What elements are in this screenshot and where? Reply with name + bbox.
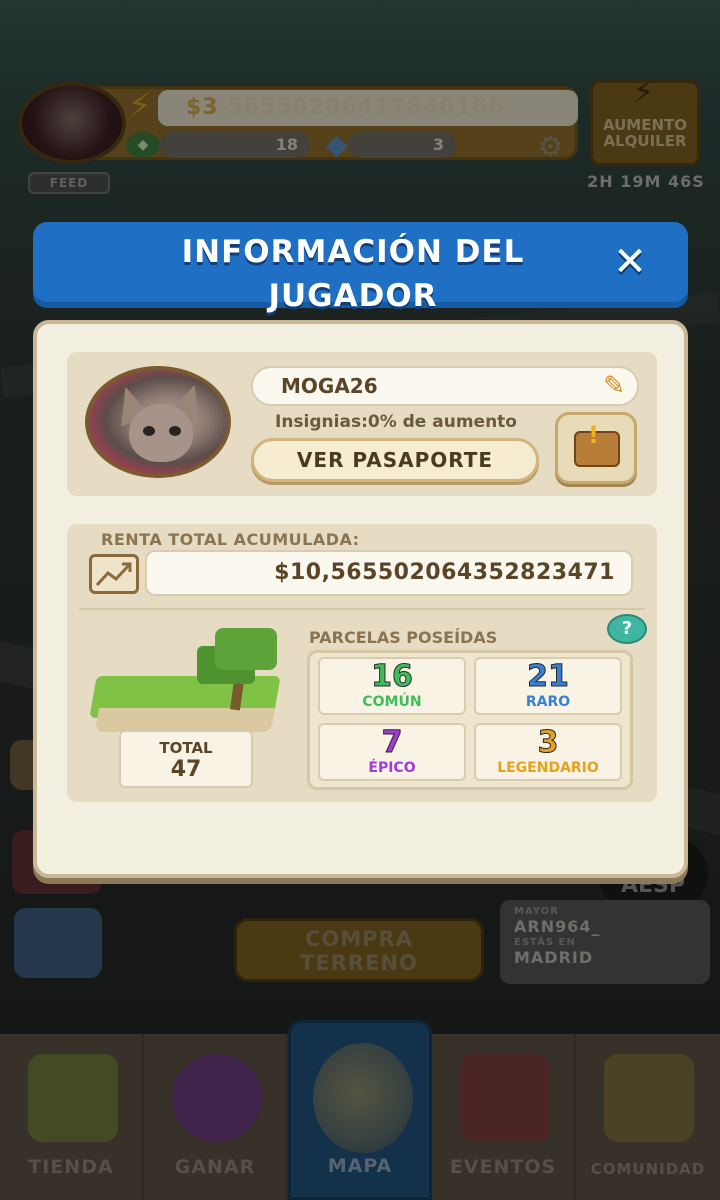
parcel-label: LEGENDARIO: [497, 760, 599, 776]
parcels-grid: 16 COMÚN 21 RARO 7 ÉPICO 3 LEGENDARIO: [307, 650, 633, 790]
island-soil: [94, 708, 276, 732]
stats-card: RENTA TOTAL ACUMULADA: $10,5655020643528…: [67, 524, 657, 802]
parcel-label: ÉPICO: [368, 760, 416, 776]
close-icon[interactable]: ✕: [610, 242, 650, 282]
divider: [79, 608, 645, 610]
title-line-1: INFORMACIÓN DEL: [181, 234, 525, 270]
parcel-label: RARO: [525, 694, 571, 710]
player-name: MOGA26: [281, 374, 378, 398]
chart-up-icon: [89, 554, 139, 594]
parcel-count: 7: [381, 725, 403, 760]
help-button[interactable]: ?: [607, 614, 647, 644]
total-label: TOTAL: [159, 739, 213, 757]
land-parcel-icon: [87, 628, 287, 738]
parcel-label: COMÚN: [362, 694, 422, 710]
exclamation-icon: !: [588, 421, 599, 449]
insignias-text: Insignias:0% de aumento: [275, 412, 517, 432]
player-name-field[interactable]: MOGA26 ✎: [251, 366, 639, 406]
player-avatar: [85, 366, 231, 478]
parcel-common: 16 COMÚN: [318, 657, 466, 715]
cat-eye: [169, 426, 181, 436]
rent-label: RENTA TOTAL ACUMULADA:: [101, 530, 360, 549]
chest-button[interactable]: !: [555, 412, 637, 484]
dialog-title: INFORMACIÓN DEL JUGADOR: [93, 230, 613, 318]
total-value: 47: [170, 757, 202, 782]
parcel-count: 3: [537, 725, 559, 760]
dialog-header: INFORMACIÓN DEL JUGADOR ✕: [33, 222, 688, 314]
parcel-count: 16: [371, 659, 414, 694]
player-card: MOGA26 ✎ Insignias:0% de aumento VER PAS…: [67, 352, 657, 496]
rent-value: $10,56550206435282347​1: [145, 550, 633, 596]
dialog-body: MOGA26 ✎ Insignias:0% de aumento VER PAS…: [33, 320, 688, 878]
cat-face: [129, 404, 193, 462]
total-parcels: TOTAL 47: [119, 730, 253, 788]
parcels-label: PARCELAS POSEÍDAS: [309, 628, 498, 647]
view-passport-button[interactable]: VER PASAPORTE: [251, 438, 539, 482]
parcel-epic: 7 ÉPICO: [318, 723, 466, 781]
title-line-2: JUGADOR: [268, 278, 438, 314]
parcel-rare: 21 RARO: [474, 657, 622, 715]
parcel-count: 21: [527, 659, 570, 694]
pencil-icon[interactable]: ✎: [603, 370, 625, 402]
cat-eye: [143, 426, 155, 436]
parcel-legendary: 3 LEGENDARIO: [474, 723, 622, 781]
tree-leaves: [215, 628, 277, 670]
